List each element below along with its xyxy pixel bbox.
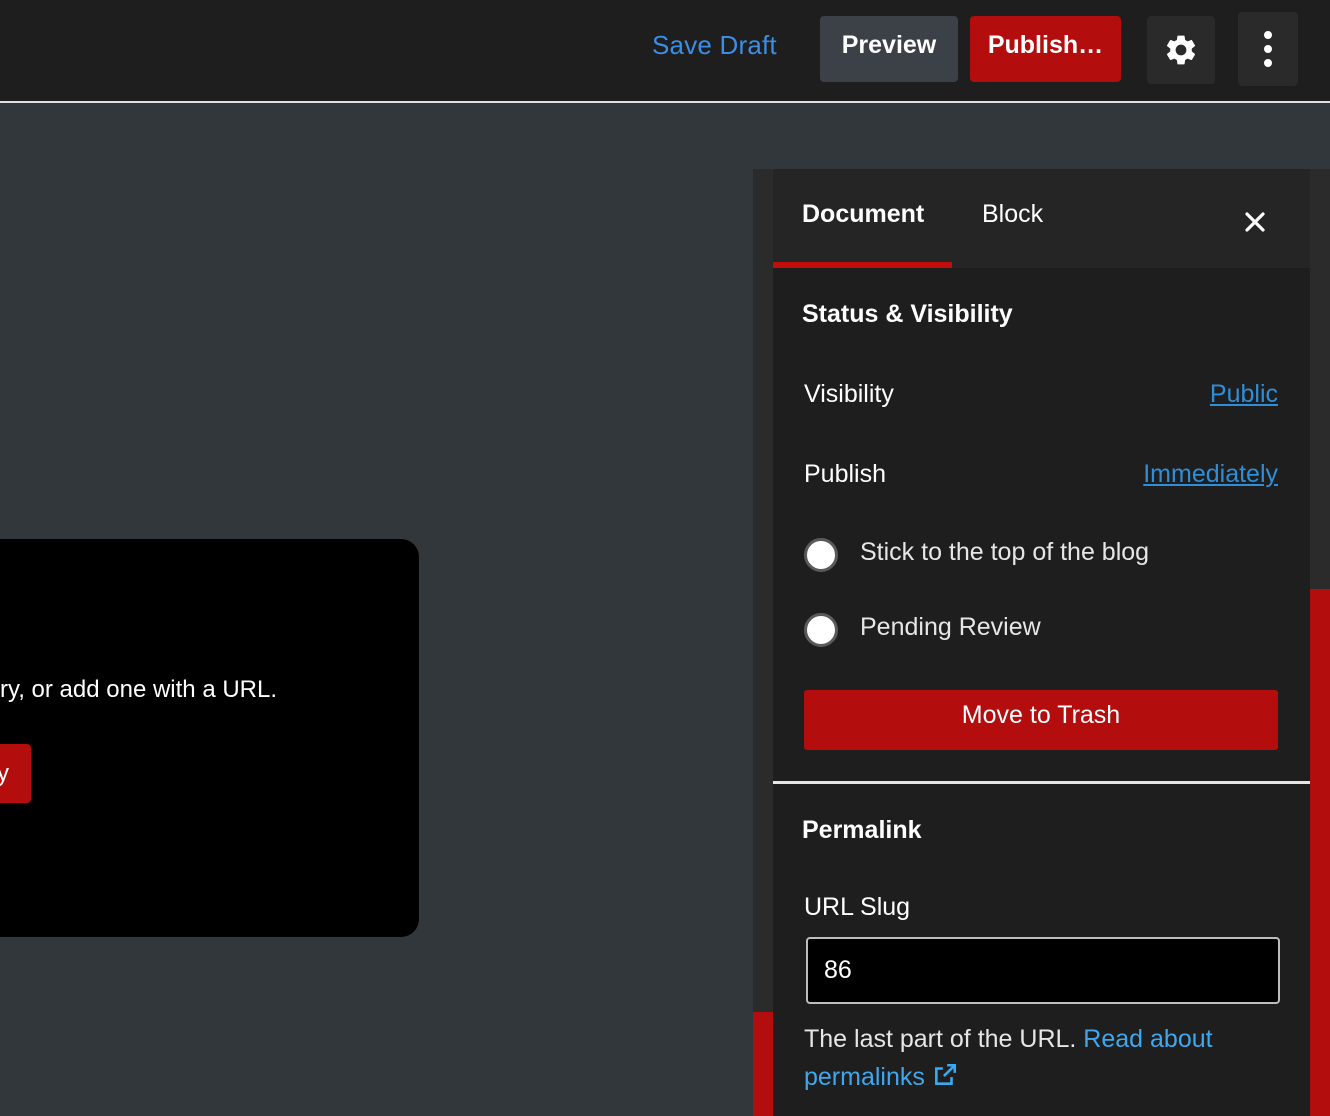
pending-review-toggle[interactable] — [804, 613, 838, 647]
help-text-body: The last part of the URL. — [804, 1025, 1084, 1053]
url-slug-input[interactable] — [806, 937, 1280, 1004]
placeholder-instructions: ry, or add one with a URL. — [0, 676, 278, 703]
url-slug-label: URL Slug — [804, 893, 911, 921]
section-divider — [773, 781, 1310, 784]
status-visibility-title[interactable]: Status & Visibility — [802, 300, 1013, 329]
gear-icon — [1166, 35, 1196, 65]
sticky-toggle-label: Stick to the top of the blog — [860, 538, 1150, 566]
sticky-toggle[interactable] — [804, 538, 838, 572]
close-icon — [1245, 212, 1265, 232]
publish-button[interactable]: Publish… — [970, 16, 1121, 82]
tab-block[interactable]: Block — [982, 200, 1043, 229]
vertical-ellipsis-icon — [1264, 31, 1272, 67]
placeholder-action-button[interactable]: y — [0, 744, 31, 803]
more-options-button[interactable] — [1238, 12, 1298, 86]
editor-header: Save Draft Preview Publish… — [0, 0, 1330, 103]
close-sidebar-button[interactable] — [1235, 202, 1275, 242]
publish-label: Publish — [804, 460, 886, 488]
tab-document[interactable]: Document — [802, 200, 924, 229]
settings-button[interactable] — [1147, 16, 1215, 84]
save-draft-button[interactable]: Save Draft — [652, 30, 777, 61]
external-link-icon — [934, 1063, 956, 1085]
sidebar-tabs: Document Block — [773, 169, 1310, 268]
active-tab-indicator — [773, 262, 952, 268]
pending-review-label: Pending Review — [860, 613, 1041, 641]
preview-button[interactable]: Preview — [820, 16, 958, 82]
visibility-value-link[interactable]: Public — [1210, 380, 1278, 409]
publish-date-link[interactable]: Immediately — [1143, 460, 1278, 489]
move-to-trash-button[interactable]: Move to Trash — [804, 690, 1278, 750]
block-placeholder-card — [0, 539, 419, 937]
settings-sidebar: Document Block Status & Visibility Visib… — [773, 169, 1310, 1116]
scroll-indicator-left — [753, 1012, 773, 1116]
permalink-help-text: The last part of the URL. Read about per… — [804, 1020, 1274, 1096]
visibility-label: Visibility — [804, 380, 894, 408]
permalink-title[interactable]: Permalink — [802, 816, 922, 845]
sidebar-scrollbar[interactable] — [1310, 589, 1330, 1116]
